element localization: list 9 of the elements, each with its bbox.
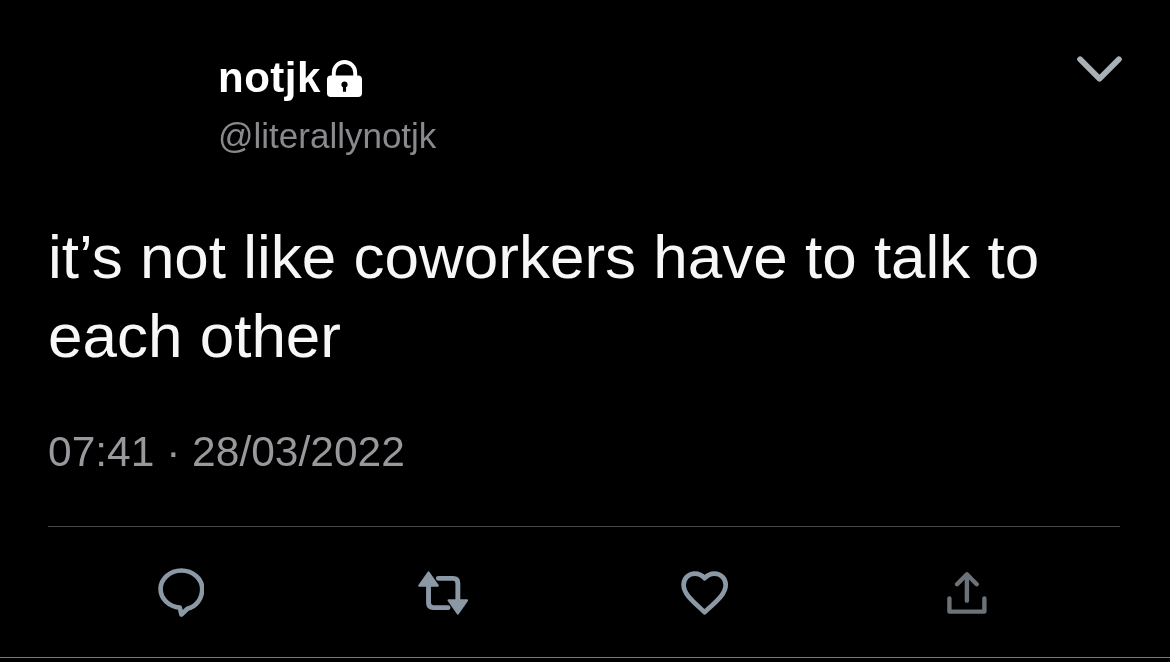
speech-bubble-icon[interactable]	[157, 568, 205, 618]
username: @literallynotjk	[218, 116, 437, 156]
tweet-text: it’s not like coworkers have to talk to each other	[48, 221, 1041, 372]
heart-icon[interactable]	[681, 571, 729, 615]
share-icon[interactable]	[947, 572, 987, 614]
display-name: notjk	[218, 54, 321, 102]
loop-arrows-icon[interactable]	[417, 571, 469, 615]
timestamp: 07:41 · 28/03/2022	[48, 429, 405, 475]
chevron-down-icon[interactable]	[1077, 56, 1122, 82]
